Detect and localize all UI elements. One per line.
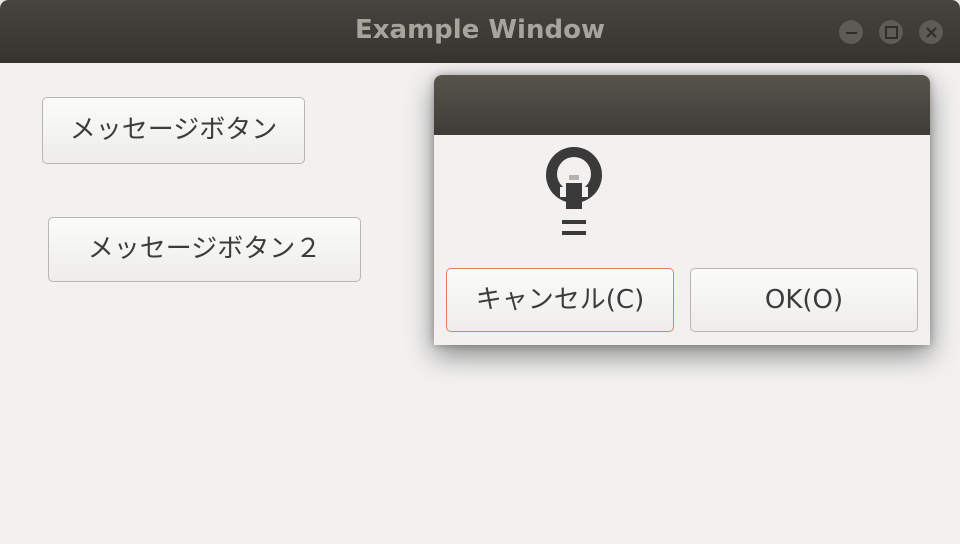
ok-button[interactable]: OK(O): [690, 268, 918, 332]
lightbulb-icon: [546, 147, 602, 235]
message-button-2[interactable]: メッセージボタン２: [48, 217, 361, 282]
dialog-header[interactable]: [434, 75, 930, 135]
window-title: Example Window: [355, 15, 605, 45]
close-icon: [926, 27, 937, 38]
close-button[interactable]: [918, 19, 944, 45]
minimize-button[interactable]: [838, 19, 864, 45]
message-dialog: キャンセル(C) OK(O): [434, 75, 930, 345]
message-button[interactable]: メッセージボタン: [42, 97, 305, 164]
minimize-icon: [846, 32, 857, 34]
window-titlebar[interactable]: Example Window: [0, 0, 960, 63]
maximize-button[interactable]: [878, 19, 904, 45]
maximize-icon: [885, 26, 898, 39]
cancel-button[interactable]: キャンセル(C): [446, 268, 674, 332]
